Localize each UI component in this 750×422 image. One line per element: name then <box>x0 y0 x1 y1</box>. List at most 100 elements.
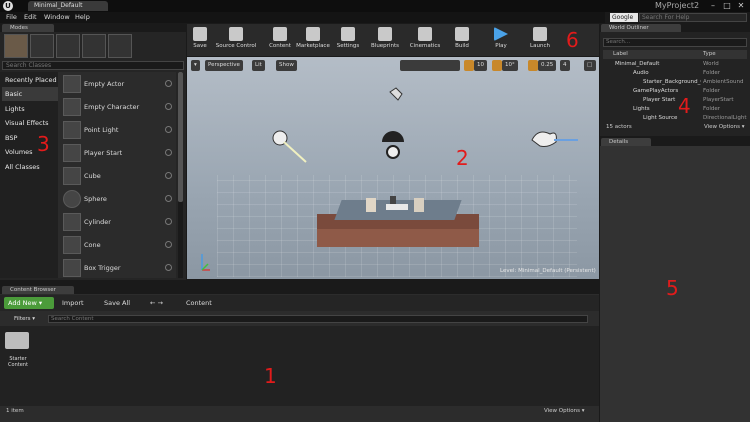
category-lights[interactable]: Lights <box>2 102 58 116</box>
outliner-view-options[interactable]: View Options ▾ <box>704 124 745 130</box>
geometry-mode-icon[interactable] <box>108 34 132 58</box>
menu-file[interactable]: File <box>6 13 17 22</box>
outliner-row[interactable]: Lights Folder <box>603 105 747 114</box>
info-icon[interactable] <box>165 195 172 202</box>
launch-button[interactable]: Launch <box>526 25 554 55</box>
scale-snap-value[interactable]: 0.25 <box>538 60 557 71</box>
maximize-button[interactable]: □ <box>721 1 733 11</box>
minimize-button[interactable]: – <box>707 1 719 11</box>
marketplace-button[interactable]: Marketplace <box>296 25 330 55</box>
grid-snap-toggle[interactable] <box>464 60 474 71</box>
info-icon[interactable] <box>165 218 172 225</box>
class-item[interactable]: Point Light <box>60 119 176 141</box>
modes-scrollbar-thumb[interactable] <box>178 72 183 202</box>
back-forward-buttons[interactable]: ← → <box>150 297 163 309</box>
class-item[interactable]: Player Start <box>60 142 176 164</box>
lit-button[interactable]: Lit <box>252 60 265 71</box>
category-recently-placed[interactable]: Recently Placed <box>2 73 58 87</box>
category-basic[interactable]: Basic <box>2 87 58 101</box>
import-button[interactable]: Import <box>62 297 84 309</box>
world-outliner-header: Label Type <box>603 50 747 59</box>
document-tab[interactable]: Minimal_Default <box>28 1 108 11</box>
class-item[interactable]: Box Trigger <box>60 257 176 279</box>
class-item[interactable]: Cube <box>60 165 176 187</box>
save-all-button[interactable]: Save All <box>104 297 130 309</box>
info-icon[interactable] <box>165 241 172 248</box>
category-visual-effects[interactable]: Visual Effects <box>2 116 58 130</box>
content-view-options[interactable]: View Options ▾ <box>544 408 585 414</box>
blueprints-button[interactable]: Blueprints <box>370 25 400 55</box>
cinematics-button[interactable]: Cinematics <box>408 25 442 55</box>
play-icon <box>494 27 508 41</box>
foliage-mode-icon[interactable] <box>82 34 106 58</box>
content-browser-tab[interactable]: Content Browser <box>2 286 74 294</box>
maximize-viewport-button[interactable]: □ <box>584 60 596 71</box>
grid-snap-value[interactable]: 10 <box>474 60 487 71</box>
class-item-label: Box Trigger <box>84 264 121 272</box>
outliner-row[interactable]: Audio Folder <box>603 69 747 78</box>
outliner-row[interactable]: Player Start PlayerStart <box>603 96 747 105</box>
close-button[interactable]: ✕ <box>735 1 747 11</box>
perspective-button[interactable]: Perspective <box>205 60 243 71</box>
class-item[interactable]: Empty Actor <box>60 73 176 95</box>
rotation-snap-toggle[interactable] <box>492 60 502 71</box>
source-control-button[interactable]: Source Control <box>214 25 258 55</box>
source-control-icon <box>229 27 243 41</box>
scale-snap-toggle[interactable] <box>528 60 538 71</box>
audio-actor-icon[interactable] <box>388 86 404 104</box>
info-icon[interactable] <box>165 103 172 110</box>
transform-tools[interactable] <box>400 60 460 71</box>
show-button[interactable]: Show <box>276 60 297 71</box>
viewport-options-button[interactable]: ▾ <box>191 60 200 71</box>
info-icon[interactable] <box>165 126 172 133</box>
column-type[interactable]: Type <box>703 50 716 59</box>
class-item[interactable]: Empty Character <box>60 96 176 118</box>
search-classes-input[interactable]: Search Classes <box>2 61 184 70</box>
play-button[interactable]: Play <box>490 25 512 55</box>
rotation-snap-value[interactable]: 10° <box>502 60 518 71</box>
add-new-button[interactable]: Add New ▾ <box>4 297 54 309</box>
save-icon <box>193 27 207 41</box>
annotation-1: 1 <box>264 364 277 388</box>
class-item[interactable]: Sphere <box>60 188 176 210</box>
class-item-label: Player Start <box>84 149 123 157</box>
filters-button[interactable]: Filters ▾ <box>14 315 35 323</box>
menu-edit[interactable]: Edit <box>24 13 37 22</box>
info-icon[interactable] <box>165 172 172 179</box>
camera-speed[interactable]: 4 <box>560 60 570 71</box>
outliner-row[interactable]: Minimal_Default World <box>603 60 747 69</box>
table-chairs-prop[interactable] <box>362 196 432 222</box>
class-item[interactable]: Cylinder <box>60 211 176 233</box>
info-icon[interactable] <box>165 264 172 271</box>
directional-light-icon[interactable] <box>528 126 584 156</box>
sky-sphere-icon[interactable] <box>380 130 406 160</box>
place-mode-icon[interactable] <box>4 34 28 58</box>
content-search-input[interactable]: Search Content <box>48 315 588 323</box>
menu-bar <box>0 12 605 23</box>
help-search-provider[interactable]: Google ▾ <box>610 13 638 30</box>
menu-help[interactable]: Help <box>75 13 90 22</box>
breadcrumb[interactable]: Content <box>186 297 212 309</box>
class-item[interactable]: Cone <box>60 234 176 256</box>
help-search-input[interactable]: Search For Help <box>639 13 747 22</box>
info-icon[interactable] <box>165 80 172 87</box>
player-start-icon[interactable] <box>270 128 310 164</box>
content-button[interactable]: Content <box>266 25 294 55</box>
settings-button[interactable]: Settings <box>334 25 362 55</box>
outliner-row[interactable]: Starter_Background_CueAmbientSound <box>603 78 747 87</box>
menu-window[interactable]: Window <box>44 13 70 22</box>
paint-mode-icon[interactable] <box>30 34 54 58</box>
world-outliner-search[interactable]: Search... <box>603 38 747 47</box>
outliner-row[interactable]: GamePlayActors Folder <box>603 87 747 96</box>
details-tab[interactable]: Details <box>601 138 651 146</box>
save-button[interactable]: Save <box>189 25 211 55</box>
folder-icon[interactable] <box>5 332 29 349</box>
landscape-mode-icon[interactable] <box>56 34 80 58</box>
build-button[interactable]: Build <box>450 25 474 55</box>
outliner-row[interactable]: Light Source DirectionalLight <box>603 114 747 123</box>
modes-tab[interactable]: Modes <box>2 24 54 32</box>
column-label[interactable]: Label <box>613 50 628 59</box>
info-icon[interactable] <box>165 149 172 156</box>
category-all-classes[interactable]: All Classes <box>2 160 58 174</box>
world-outliner-tab[interactable]: World Outliner <box>601 24 681 32</box>
